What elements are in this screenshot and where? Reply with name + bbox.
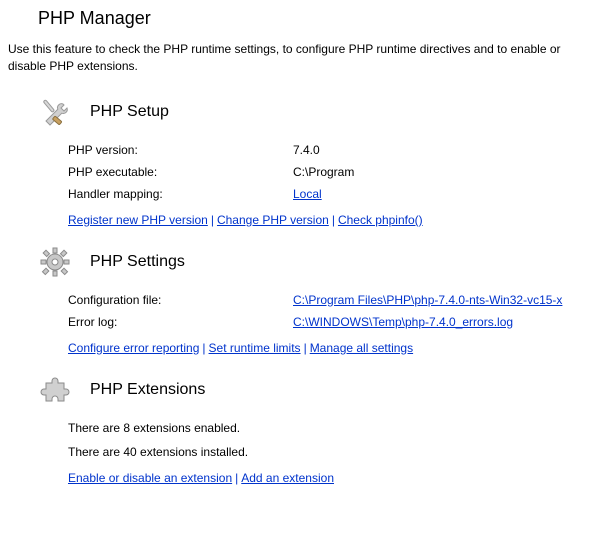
php-settings-section: PHP Settings Configuration file: C:\Prog…: [8, 245, 597, 355]
separator: |: [329, 213, 338, 227]
configure-error-reporting-link[interactable]: Configure error reporting: [68, 341, 199, 355]
extensions-enabled-text: There are 8 extensions enabled.: [68, 421, 597, 435]
gear-icon: [38, 245, 72, 279]
set-runtime-limits-link[interactable]: Set runtime limits: [209, 341, 301, 355]
separator: |: [199, 341, 208, 355]
php-executable-value: C:\Program: [293, 165, 354, 179]
add-extension-link[interactable]: Add an extension: [241, 471, 334, 485]
register-php-link[interactable]: Register new PHP version: [68, 213, 208, 227]
enable-disable-extension-link[interactable]: Enable or disable an extension: [68, 471, 232, 485]
php-extensions-section: PHP Extensions There are 8 extensions en…: [8, 373, 597, 485]
php-version-label: PHP version:: [68, 143, 293, 157]
php-executable-label: PHP executable:: [68, 165, 293, 179]
config-file-link[interactable]: C:\Program Files\PHP\php-7.4.0-nts-Win32…: [293, 293, 562, 307]
check-phpinfo-link[interactable]: Check phpinfo(): [338, 213, 423, 227]
change-php-link[interactable]: Change PHP version: [217, 213, 329, 227]
puzzle-icon: [38, 373, 72, 407]
php-setup-title: PHP Setup: [90, 103, 169, 121]
separator: |: [301, 341, 310, 355]
extensions-installed-text: There are 40 extensions installed.: [68, 445, 597, 459]
page-description: Use this feature to check the PHP runtim…: [8, 41, 597, 75]
error-log-link[interactable]: C:\WINDOWS\Temp\php-7.4.0_errors.log: [293, 315, 513, 329]
separator: |: [232, 471, 241, 485]
php-version-value: 7.4.0: [293, 143, 320, 157]
separator: |: [208, 213, 217, 227]
php-settings-title: PHP Settings: [90, 253, 185, 271]
config-file-label: Configuration file:: [68, 293, 293, 307]
php-setup-section: PHP Setup PHP version: 7.4.0 PHP executa…: [8, 95, 597, 227]
handler-mapping-link[interactable]: Local: [293, 187, 322, 201]
manage-all-settings-link[interactable]: Manage all settings: [310, 341, 413, 355]
tools-icon: [38, 95, 72, 129]
php-extensions-title: PHP Extensions: [90, 381, 205, 399]
handler-mapping-label: Handler mapping:: [68, 187, 293, 201]
page-title: PHP Manager: [38, 8, 597, 29]
error-log-label: Error log:: [68, 315, 293, 329]
